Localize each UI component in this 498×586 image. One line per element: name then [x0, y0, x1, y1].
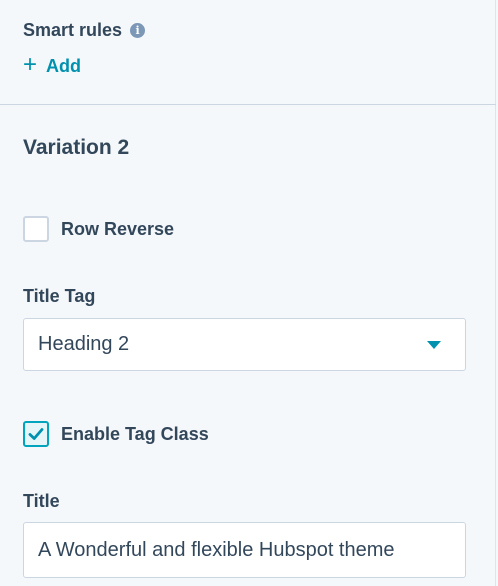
- checkmark-icon: [28, 428, 44, 440]
- title-input[interactable]: A Wonderful and flexible Hubspot theme: [23, 522, 466, 578]
- title-input-value: A Wonderful and flexible Hubspot theme: [38, 538, 395, 561]
- add-label: Add: [46, 56, 82, 76]
- plus-icon: +: [23, 51, 38, 78]
- enable-tag-class-label: Enable Tag Class: [61, 423, 209, 444]
- row-reverse-checkbox[interactable]: [23, 216, 49, 242]
- enable-tag-class-checkbox[interactable]: [23, 421, 49, 447]
- smart-rules-section: Smart rules i + Add: [0, 0, 496, 105]
- editor-panel: Smart rules i + Add Variation 2 Row Reve…: [0, 0, 496, 586]
- smart-rules-label: Smart rules: [23, 20, 123, 40]
- enable-tag-class-checkbox-row[interactable]: Enable Tag Class: [23, 421, 209, 447]
- row-reverse-checkbox-row[interactable]: Row Reverse: [23, 216, 174, 242]
- add-smart-rule-button[interactable]: + Add: [23, 51, 82, 78]
- smart-rules-heading: Smart rules i: [23, 20, 146, 41]
- row-reverse-label: Row Reverse: [61, 218, 175, 239]
- caret-down-icon: [427, 341, 441, 349]
- info-icon[interactable]: i: [130, 23, 146, 38]
- title-tag-select[interactable]: Heading 2: [23, 318, 466, 371]
- title-tag-selected-value: Heading 2: [38, 333, 130, 355]
- title-label: Title: [23, 491, 60, 511]
- variation-title: Variation 2: [23, 136, 130, 159]
- title-tag-label: Title Tag: [23, 286, 96, 306]
